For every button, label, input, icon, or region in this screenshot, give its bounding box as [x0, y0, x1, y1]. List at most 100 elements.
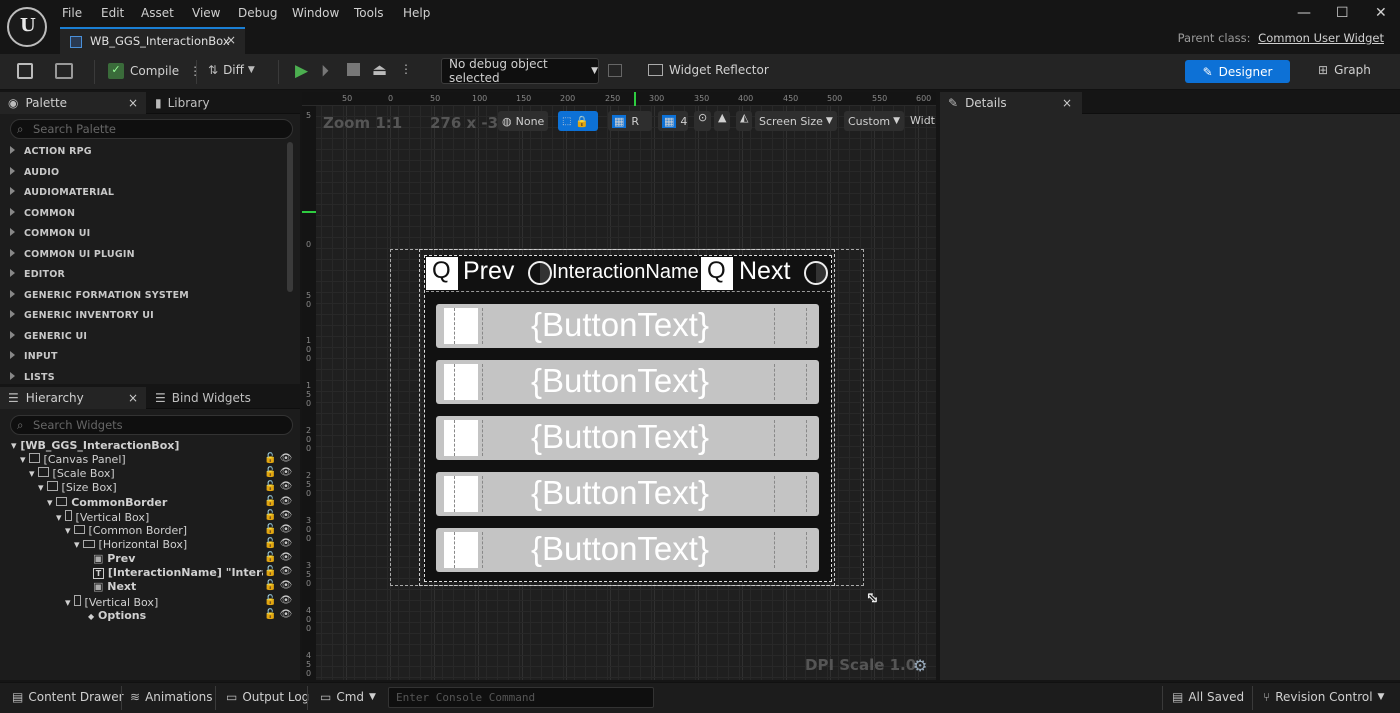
- category-input[interactable]: INPUT: [10, 351, 58, 362]
- tree-item-scale-box[interactable]: ▾ [Scale Box]: [29, 467, 115, 480]
- tree-item-root[interactable]: ▾ [WB_GGS_InteractionBox]: [11, 439, 179, 452]
- dpi-settings-gear-icon[interactable]: ⚙: [913, 656, 927, 675]
- option-button[interactable]: {ButtonText}: [436, 304, 819, 348]
- animations-button[interactable]: ≋ Animations: [130, 690, 213, 704]
- designer-viewport[interactable]: 50 0 50 100 150 200 250 300 350 400 450 …: [302, 92, 936, 680]
- tab-library[interactable]: ▮ Library: [146, 96, 210, 110]
- respect-locks-toggle[interactable]: ⬚ 🔒: [558, 111, 598, 131]
- revision-control-button[interactable]: ⑂ Revision Control ▼: [1263, 690, 1384, 704]
- tree-item-next[interactable]: ▣ Next: [93, 580, 136, 593]
- play-icon[interactable]: ▶: [295, 61, 308, 81]
- lock-visibility-toggles[interactable]: 🔓 👁: [264, 609, 292, 620]
- lock-visibility-toggles[interactable]: 🔓 👁: [264, 595, 292, 606]
- category-common-ui[interactable]: COMMON UI: [10, 228, 90, 239]
- save-icon[interactable]: [17, 63, 33, 79]
- menu-debug[interactable]: Debug: [238, 6, 277, 20]
- cmd-dropdown[interactable]: ▭ Cmd ▼: [320, 690, 376, 704]
- lock-visibility-toggles[interactable]: 🔓 👁: [264, 496, 292, 507]
- close-window-button[interactable]: ✕: [1375, 5, 1387, 21]
- category-generic-ui[interactable]: GENERIC UI: [10, 331, 87, 342]
- mirror-icon[interactable]: ◭: [736, 111, 753, 131]
- debug-object-select[interactable]: No debug object selected ▼: [441, 57, 599, 85]
- category-lists[interactable]: LISTS: [10, 372, 55, 383]
- option-button[interactable]: {ButtonText}: [436, 472, 819, 516]
- stop-icon[interactable]: [347, 63, 360, 76]
- lock-visibility-toggles[interactable]: 🔓 👁: [264, 467, 292, 478]
- next-button-label[interactable]: Next: [739, 257, 790, 286]
- lock-visibility-toggles[interactable]: 🔓 👁: [264, 510, 292, 521]
- menu-view[interactable]: View: [192, 6, 220, 20]
- all-saved-button[interactable]: ▤ All Saved: [1172, 690, 1244, 704]
- minimize-button[interactable]: —: [1297, 5, 1311, 21]
- tree-item-interactionname[interactable]: T [InteractionName] "Interaction: [93, 566, 263, 579]
- localization-preview-button[interactable]: ◍ None: [498, 111, 549, 131]
- tree-item-commonborder[interactable]: ▾ CommonBorder: [47, 496, 167, 509]
- lock-visibility-toggles[interactable]: 🔓 👁: [264, 552, 292, 563]
- step-icon[interactable]: ⏵: [321, 61, 329, 81]
- prev-button-label[interactable]: Prev: [463, 257, 514, 286]
- category-action-rpg[interactable]: ACTION RPG: [10, 146, 92, 157]
- diff-button[interactable]: ⇅ Diff ▼: [208, 63, 255, 77]
- screen-size-dropdown[interactable]: Screen Size ▼: [755, 111, 837, 131]
- tree-item-size-box[interactable]: ▾ [Size Box]: [38, 481, 117, 494]
- option-button[interactable]: {ButtonText}: [436, 360, 819, 404]
- tab-wb-ggs-interactionbox[interactable]: WB_GGS_InteractionBox ×: [60, 27, 245, 54]
- play-options-icon[interactable]: ⋮: [400, 62, 412, 76]
- content-drawer-button[interactable]: ▤ Content Drawer: [12, 690, 124, 704]
- tab-palette[interactable]: ◉ Palette ×: [0, 91, 146, 114]
- tab-hierarchy[interactable]: ☰ Hierarchy ×: [0, 386, 146, 409]
- compile-button[interactable]: ✓ Compile ⋮: [108, 63, 201, 79]
- tab-details[interactable]: ✎ Details ×: [940, 91, 1082, 114]
- render-mode-toggle[interactable]: ▦ R: [608, 111, 652, 131]
- close-hierarchy-icon[interactable]: ×: [128, 391, 138, 405]
- category-audio[interactable]: AUDIO: [10, 167, 59, 178]
- category-generic-inventory-ui[interactable]: GENERIC INVENTORY UI: [10, 310, 154, 321]
- grid-snap-toggle[interactable]: ▦ 4: [658, 111, 688, 131]
- hierarchy-search-input[interactable]: ⌕ Search Widgets: [10, 415, 293, 435]
- category-common[interactable]: COMMON: [10, 208, 75, 219]
- category-generic-formation-system[interactable]: GENERIC FORMATION SYSTEM: [10, 290, 189, 301]
- widget-reflector-button[interactable]: Widget Reflector: [648, 63, 769, 77]
- resize-handle-icon[interactable]: ⇔: [861, 586, 884, 609]
- image-icon[interactable]: ▲: [714, 111, 731, 131]
- tree-item-prev[interactable]: ▣ Prev: [93, 552, 135, 565]
- option-button[interactable]: {ButtonText}: [436, 528, 819, 572]
- menu-edit[interactable]: Edit: [101, 6, 124, 20]
- lock-visibility-toggles[interactable]: 🔓 👁: [264, 566, 292, 577]
- parent-class-link[interactable]: Common User Widget: [1258, 31, 1384, 45]
- console-command-input[interactable]: Enter Console Command: [388, 687, 654, 708]
- lock-visibility-toggles[interactable]: 🔓 👁: [264, 524, 292, 535]
- close-palette-icon[interactable]: ×: [128, 96, 138, 110]
- menu-asset[interactable]: Asset: [141, 6, 174, 20]
- close-details-icon[interactable]: ×: [1062, 96, 1072, 110]
- menu-help[interactable]: Help: [403, 6, 430, 20]
- graph-button[interactable]: ⊞ Graph: [1318, 63, 1371, 77]
- output-log-button[interactable]: ▭ Output Log: [226, 690, 309, 704]
- debug-filter-icon[interactable]: [608, 64, 622, 77]
- tree-item-vertical-box[interactable]: ▾ [Vertical Box]: [56, 510, 149, 524]
- palette-search-input[interactable]: ⌕ Search Palette: [10, 119, 293, 139]
- unreal-logo-icon[interactable]: U: [7, 7, 47, 47]
- menu-file[interactable]: File: [62, 6, 82, 20]
- lock-visibility-toggles[interactable]: 🔓 👁: [264, 538, 292, 549]
- tree-item-canvas-panel[interactable]: ▾ [Canvas Panel]: [20, 453, 126, 466]
- eject-icon[interactable]: ⏏: [372, 60, 387, 79]
- close-tab-icon[interactable]: ×: [226, 33, 236, 47]
- menu-tools[interactable]: Tools: [354, 6, 384, 20]
- interaction-box-widget[interactable]: Q Prev InteractionName Q Next {ButtonTex…: [424, 255, 832, 582]
- tree-item-common-border[interactable]: ▾ [Common Border]: [65, 524, 187, 537]
- designer-button[interactable]: ✎ Designer: [1185, 60, 1290, 83]
- lock-visibility-toggles[interactable]: 🔓 👁: [264, 453, 292, 464]
- tree-item-options[interactable]: ◆ Options: [88, 609, 146, 622]
- lock-visibility-toggles[interactable]: 🔓 👁: [264, 580, 292, 591]
- category-common-ui-plugin[interactable]: COMMON UI PLUGIN: [10, 249, 135, 260]
- menu-window[interactable]: Window: [292, 6, 339, 20]
- tab-bind-widgets[interactable]: ☰ Bind Widgets: [146, 391, 251, 405]
- tree-item-horizontal-box[interactable]: ▾ [Horizontal Box]: [74, 538, 187, 551]
- category-editor[interactable]: EDITOR: [10, 269, 65, 280]
- option-button[interactable]: {ButtonText}: [436, 416, 819, 460]
- palette-scrollbar[interactable]: [287, 142, 293, 292]
- lock-visibility-toggles[interactable]: 🔓 👁: [264, 481, 292, 492]
- transform-icon[interactable]: ⊙: [694, 111, 712, 131]
- size-mode-dropdown[interactable]: Custom ▼: [844, 111, 905, 131]
